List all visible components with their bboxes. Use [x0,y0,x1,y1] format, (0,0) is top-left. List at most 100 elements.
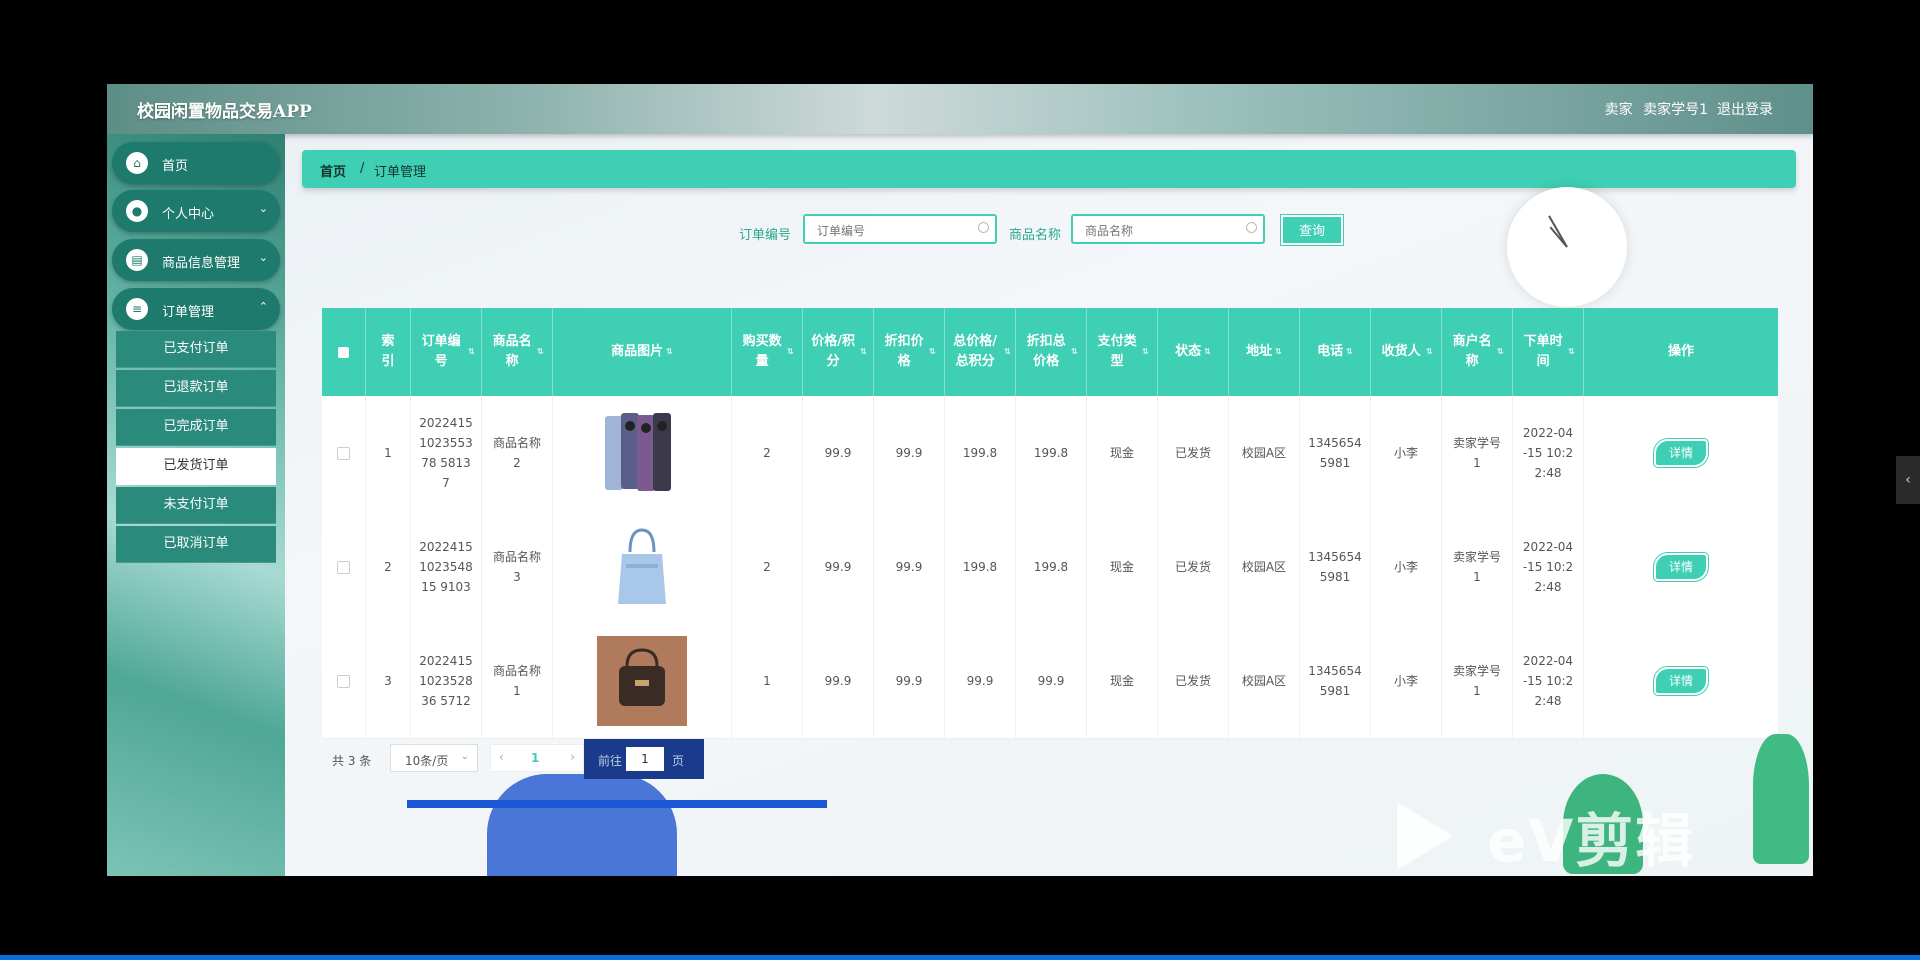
sort-icon[interactable]: ⇅ [787,342,794,362]
header-select-all[interactable] [322,308,366,396]
cell-discount-total: 199.8 [1016,510,1087,624]
product-name-input[interactable] [1083,221,1237,241]
table-row[interactable]: 2 2022415102354815 9103 商品名称3 2 99.9 99.… [322,510,1778,625]
sidebar-item-products[interactable]: ▤ 商品信息管理 ⌄ [112,239,280,281]
query-button[interactable]: 查询 [1281,215,1343,245]
sidebar-sub-refunded[interactable]: 已退款订单 [116,370,276,407]
th-discount-total[interactable]: 折扣总价格 ⇅ [1016,308,1087,396]
detail-button[interactable]: 详情 [1654,667,1708,695]
plant-illustration [1753,734,1809,864]
cell-total: 199.8 [945,510,1016,624]
th-total[interactable]: 总价格/总积分 ⇅ [945,308,1016,396]
cell-product-name: 商品名称1 [492,664,541,698]
sort-icon[interactable]: ⇅ [1142,342,1149,362]
th-qty[interactable]: 购买数量 ⇅ [732,308,803,396]
breadcrumb: 首页 / 订单管理 [302,150,1796,188]
cell-total: 99.9 [945,624,1016,738]
sort-icon[interactable]: ⇅ [1204,342,1211,362]
sort-icon[interactable]: ⇅ [666,342,673,362]
detail-button[interactable]: 详情 [1654,553,1708,581]
th-receiver[interactable]: 收货人 ⇅ [1371,308,1442,396]
cell-index: 3 [366,624,411,738]
logout-link[interactable]: 退出登录 [1717,99,1773,119]
th-merchant[interactable]: 商户名称 ⇅ [1442,308,1513,396]
th-status[interactable]: 状态 ⇅ [1158,308,1229,396]
sidebar-sub-paid[interactable]: 已支付订单 [116,331,276,368]
next-page-icon[interactable]: › [570,750,575,764]
table-row[interactable]: 1 2022415102355378 58137 商品名称2 2 99.9 99… [322,396,1778,511]
sidebar-sub-completed[interactable]: 已完成订单 [116,409,276,446]
th-phone[interactable]: 电话 ⇅ [1300,308,1371,396]
video-watermark: eV剪辑 [1487,807,1696,875]
chart-icon: ▤ [126,249,148,271]
chevron-down-icon: ⌄ [460,751,469,762]
sort-icon[interactable]: ⇅ [1497,342,1504,362]
clear-icon[interactable] [1246,222,1257,233]
goto-prefix: 前往 [598,754,623,768]
detail-button[interactable]: 详情 [1654,439,1708,467]
cell-receiver: 小李 [1371,396,1442,510]
breadcrumb-home[interactable]: 首页 [320,161,346,180]
cell-address: 校园A区 [1229,624,1300,738]
current-page[interactable]: 1 [531,751,539,765]
cell-receiver: 小李 [1371,624,1442,738]
cell-discount-total: 199.8 [1016,396,1087,510]
sort-icon[interactable]: ⇅ [860,342,867,362]
cell-qty: 1 [732,624,803,738]
sort-icon[interactable]: ⇅ [1004,342,1011,362]
prev-page-icon[interactable]: ‹ [499,750,504,764]
sidebar-item-home[interactable]: ⌂ 首页 [112,142,280,184]
home-icon: ⌂ [126,152,148,174]
cell-pay-type: 现金 [1087,510,1158,624]
sort-icon[interactable]: ⇅ [1426,342,1433,362]
cell-address: 校园A区 [1229,510,1300,624]
sidebar-sub-cancelled[interactable]: 已取消订单 [116,526,276,563]
th-product-name[interactable]: 商品名称 ⇅ [482,308,553,396]
cell-discount-price: 99.9 [874,624,945,738]
desk-illustration [407,800,827,808]
th-product-image[interactable]: 商品图片 ⇅ [553,308,732,396]
cell-order-no: 2022415102352836 5712 [419,654,473,708]
chevron-left-icon[interactable]: ‹ [1896,456,1920,504]
cell-address: 校园A区 [1229,396,1300,510]
clock-decoration [1507,187,1627,307]
cell-phone: 13456545981 [1308,664,1362,698]
sidebar-sub-unpaid[interactable]: 未支付订单 [116,487,276,524]
row-checkbox[interactable] [337,560,350,574]
th-address[interactable]: 地址 ⇅ [1229,308,1300,396]
goto-page-input[interactable]: 1 [626,747,664,771]
page-size-select[interactable]: 10条/页 ⌄ [390,744,478,772]
goto-page: 前往 1 页 [584,739,704,779]
table-row[interactable]: 3 2022415102352836 5712 商品名称1 1 99.9 99.… [322,624,1778,739]
top-header: 校园闲置物品交易APP 卖家 卖家学号1 退出登录 [107,84,1813,134]
sort-icon[interactable]: ⇅ [1275,342,1282,362]
sidebar-item-orders[interactable]: ≡ 订单管理 ⌃ [112,288,280,330]
sort-icon[interactable]: ⇅ [537,342,544,362]
page-nav: ‹ 1 › [490,744,584,772]
sort-icon[interactable]: ⇅ [1568,342,1575,362]
th-pay-type[interactable]: 支付类型 ⇅ [1087,308,1158,396]
th-order-time[interactable]: 下单时间 ⇅ [1513,308,1584,396]
th-order-no[interactable]: 订单编号 ⇅ [411,308,482,396]
sidebar-item-profile[interactable]: ● 个人中心 ⌄ [112,190,280,232]
clear-icon[interactable] [978,222,989,233]
product-name-input-box[interactable] [1071,214,1265,244]
chevron-down-icon: ⌄ [258,251,268,264]
select-all-checkbox[interactable] [338,346,349,358]
th-index[interactable]: 索引 [366,308,411,396]
sort-icon[interactable]: ⇅ [1346,342,1353,362]
list-icon: ≡ [126,298,148,320]
video-progress-bar[interactable] [0,955,1920,960]
sidebar-sub-shipped[interactable]: 已发货订单 [116,448,276,485]
row-checkbox[interactable] [337,446,350,460]
cell-qty: 2 [732,396,803,510]
sort-icon[interactable]: ⇅ [468,342,475,362]
cell-pay-type: 现金 [1087,624,1158,738]
sort-icon[interactable]: ⇅ [929,342,936,362]
sort-icon[interactable]: ⇅ [1071,342,1078,362]
row-checkbox[interactable] [337,674,350,688]
th-price[interactable]: 价格/积分 ⇅ [803,308,874,396]
th-discount-price[interactable]: 折扣价格 ⇅ [874,308,945,396]
order-no-input[interactable] [815,221,969,241]
order-no-input-box[interactable] [803,214,997,244]
